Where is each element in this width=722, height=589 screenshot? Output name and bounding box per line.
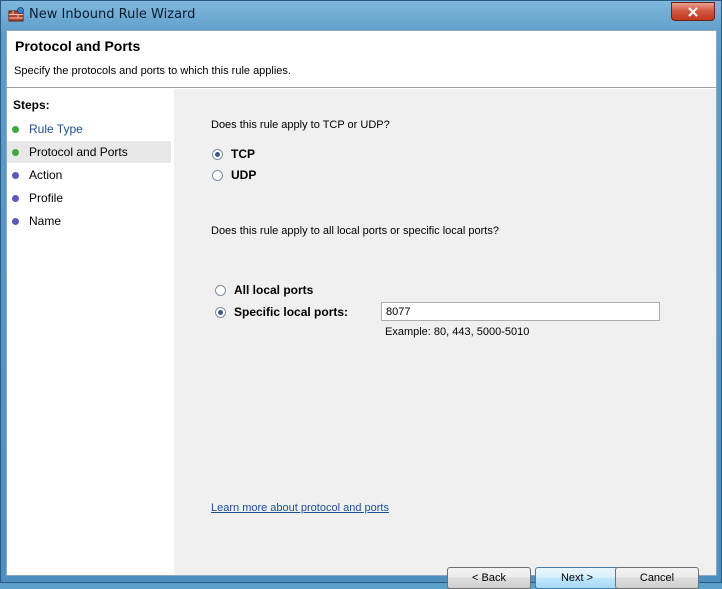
close-icon: [688, 6, 698, 17]
step-complete-icon: [12, 125, 19, 133]
specific-local-ports-option[interactable]: Specific local ports:: [215, 305, 348, 319]
next-button[interactable]: Next >: [535, 567, 619, 589]
step-current-icon: [12, 148, 19, 156]
close-button[interactable]: [671, 2, 715, 21]
wizard-window: New Inbound Rule Wizard Protocol and Por…: [0, 0, 722, 589]
specific-local-ports-radio[interactable]: [215, 306, 226, 318]
learn-more-link[interactable]: Learn more about protocol and ports: [211, 502, 389, 514]
step-label: Profile: [29, 191, 64, 205]
udp-option[interactable]: UDP: [212, 168, 256, 182]
ports-example: Example: 80, 443, 5000-5010: [385, 326, 530, 338]
all-local-ports-option[interactable]: All local ports: [215, 283, 313, 297]
steps-panel: Steps: Rule Type Protocol and Ports Acti…: [7, 89, 174, 575]
step-pending-icon: [12, 217, 19, 225]
page-subtitle: Specify the protocols and ports to which…: [14, 65, 291, 77]
step-label: Name: [29, 214, 62, 228]
back-button[interactable]: < Back: [447, 567, 531, 589]
specific-ports-input[interactable]: [381, 302, 660, 321]
step-name: Name: [7, 210, 171, 232]
tcp-option[interactable]: TCP: [212, 147, 255, 161]
main-panel: Does this rule apply to TCP or UDP? TCP …: [174, 89, 716, 589]
wizard-client: Protocol and Ports Specify the protocols…: [6, 30, 717, 589]
tcp-label: TCP: [231, 147, 255, 161]
udp-label: UDP: [231, 168, 257, 182]
cancel-button[interactable]: Cancel: [615, 567, 699, 589]
window-title: New Inbound Rule Wizard: [29, 7, 196, 22]
step-label: Protocol and Ports: [29, 145, 128, 159]
step-profile: Profile: [7, 187, 171, 209]
steps-title: Steps:: [13, 98, 50, 112]
all-local-ports-label: All local ports: [234, 283, 314, 297]
step-pending-icon: [12, 171, 19, 179]
specific-local-ports-label: Specific local ports:: [234, 305, 349, 319]
firewall-icon: [8, 7, 24, 23]
all-local-ports-radio[interactable]: [215, 284, 226, 296]
udp-radio[interactable]: [212, 169, 223, 181]
ports-question: Does this rule apply to all local ports …: [211, 225, 499, 237]
protocol-question: Does this rule apply to TCP or UDP?: [211, 119, 390, 131]
step-rule-type[interactable]: Rule Type: [7, 118, 171, 140]
page-title: Protocol and Ports: [15, 38, 141, 54]
step-action: Action: [7, 164, 171, 186]
step-label: Action: [29, 168, 63, 182]
title-bar[interactable]: New Inbound Rule Wizard: [1, 1, 721, 29]
wizard-header: Protocol and Ports Specify the protocols…: [7, 31, 716, 88]
tcp-radio[interactable]: [212, 148, 223, 160]
step-protocol-and-ports: Protocol and Ports: [7, 141, 171, 163]
step-pending-icon: [12, 194, 19, 202]
step-label: Rule Type: [29, 122, 83, 136]
